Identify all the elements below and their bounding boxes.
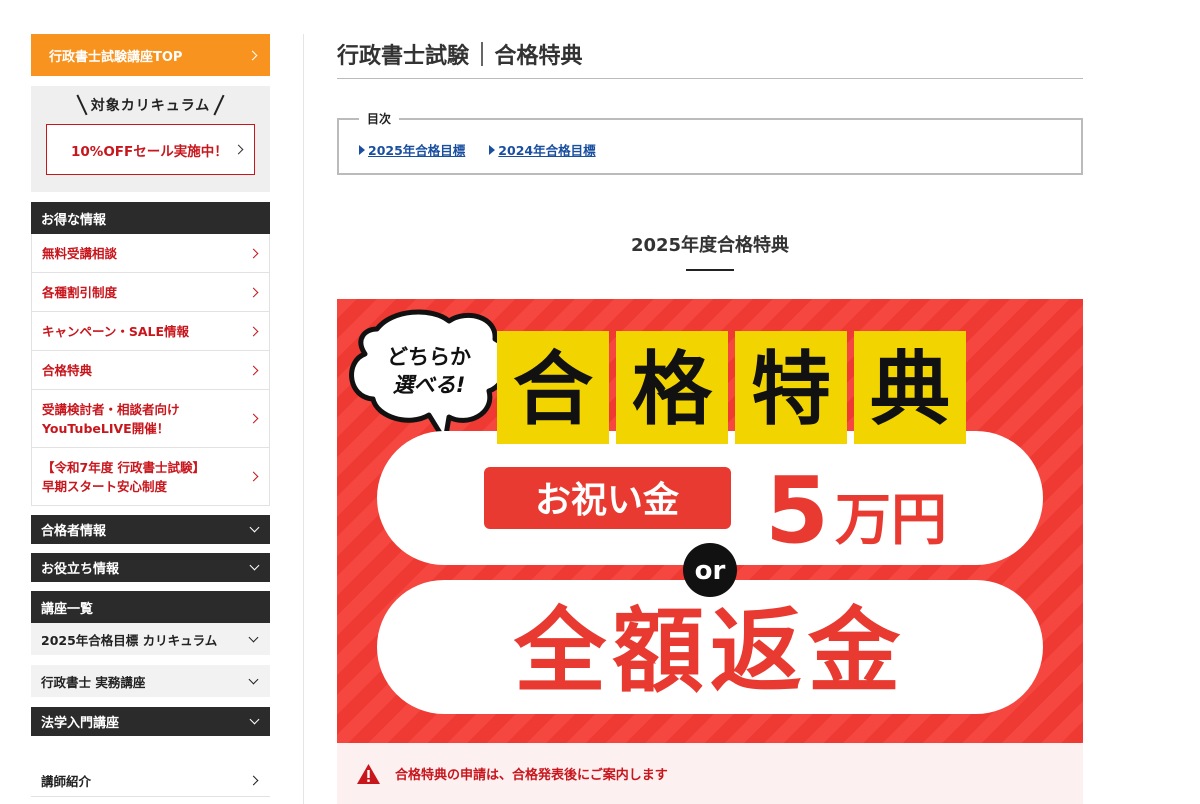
curriculum-title: 対象カリキュラム (46, 94, 255, 116)
sidebar-item-free-consult[interactable]: 無料受講相談 (32, 234, 269, 273)
deals-list: 無料受講相談 各種割引制度 キャンペーン・SALE情報 合格特典 受講検討者・相… (31, 234, 270, 506)
sidebar-divider (303, 34, 304, 804)
title-divider (481, 42, 483, 66)
title-char-4: 典 (870, 343, 950, 436)
courses-heading-text: 講座一覧 (41, 601, 94, 617)
toc-link-2025[interactable]: 2025年合格目標 (359, 140, 465, 159)
sale-label: 10%OFFセール実施中！ (71, 143, 228, 160)
warning-icon (357, 763, 380, 784)
sidebar-item-label: 各種割引制度 (42, 284, 118, 300)
sidebar-item-pass-bonus[interactable]: 合格特典 (32, 351, 269, 390)
chevron-right-icon (248, 775, 259, 786)
title-char-1: 合 (513, 343, 593, 436)
chevron-down-icon (249, 560, 260, 571)
sale-button[interactable]: 10%OFFセール実施中！ (46, 124, 255, 175)
course-item-label: 2025年合格目標 カリキュラム (41, 632, 218, 648)
deals-heading-text: お得な情報 (41, 212, 107, 228)
chevron-right-icon (248, 413, 259, 424)
gift-label: お祝い金 (535, 479, 680, 521)
sidebar-item-instructors[interactable]: 講師紹介 (31, 765, 270, 797)
title-boxes: 合 格 特 典 (497, 331, 966, 444)
sidebar-item-early-start[interactable]: 【令和7年度 行政書士試験】 早期スタート安心制度 (32, 448, 269, 506)
toc-link-2024[interactable]: 2024年合格目標 (489, 140, 596, 159)
chevron-right-icon (248, 326, 259, 336)
sidebar-item-campaign[interactable]: キャンペーン・SALE情報 (32, 312, 269, 351)
sidebar-item-discounts[interactable]: 各種割引制度 (32, 273, 269, 312)
amount-unit: 万円 (835, 488, 947, 553)
chevron-right-icon (248, 471, 259, 482)
slash-right-icon (213, 94, 225, 116)
notice-text: 合格特典の申請は、合格発表後にご案内します (395, 768, 668, 783)
sidebar-item-youtube-live[interactable]: 受講検討者・相談者向け YouTubeLIVE開催！ (32, 390, 269, 448)
toc-link-label: 2025年合格目標 (368, 143, 466, 158)
chevron-right-icon (247, 50, 258, 60)
title-char-2: 格 (632, 343, 713, 436)
main-content: 行政書士試験 合格特典 目次 2025年合格目標 2024年合格目標 2025年… (337, 34, 1083, 804)
triangle-right-icon (359, 144, 365, 155)
course-item-practical[interactable]: 行政書士 実務講座 (31, 665, 270, 697)
banner-graphic: どちらか 選べる! 合 格 特 典 お祝い金 5 万円 or 全額返金 (349, 309, 1043, 714)
sidebar-item-label: 講師紹介 (41, 774, 92, 789)
or-text: or (695, 556, 726, 586)
title-char-3: 特 (751, 343, 831, 436)
page-title-right: 合格特典 (494, 44, 583, 69)
sidebar-item-label: 受講検討者・相談者向け YouTubeLIVE開催！ (42, 401, 180, 436)
sidebar-item-label: キャンペーン・SALE情報 (42, 323, 190, 339)
chevron-down-icon (249, 522, 260, 533)
toc-label: 目次 (359, 110, 400, 127)
refund-text: 全額返金 (513, 598, 906, 705)
page-title-left: 行政書士試験 (337, 44, 470, 69)
toc-link-label: 2024年合格目標 (498, 143, 596, 158)
page-title: 行政書士試験 合格特典 (337, 34, 1083, 79)
slash-left-icon (76, 94, 88, 116)
course-item-2025-curriculum[interactable]: 2025年合格目標 カリキュラム (31, 623, 270, 655)
law-intro-heading-text: 法学入門講座 (41, 716, 120, 731)
chevron-down-icon (248, 674, 259, 684)
curriculum-box: 対象カリキュラム 10%OFFセール実施中！ (31, 86, 270, 192)
speech-bubble: どちらか 選べる! (349, 309, 510, 444)
course-top-label: 行政書士試験講座TOP (49, 49, 183, 65)
chevron-down-icon (248, 632, 259, 642)
courses-heading: 講座一覧 (31, 591, 270, 623)
notice-bar: 合格特典の申請は、合格発表後にご案内します (337, 743, 1083, 804)
sidebar-item-label: 【令和7年度 行政書士試験】 早期スタート安心制度 (42, 459, 206, 494)
useful-heading-text: お役立ち情報 (41, 562, 120, 577)
triangle-right-icon (489, 144, 496, 155)
table-of-contents: 目次 2025年合格目標 2024年合格目標 (337, 110, 1083, 175)
pass-bonus-banner: どちらか 選べる! 合 格 特 典 お祝い金 5 万円 or 全額返金 (337, 299, 1083, 743)
curriculum-title-text: 対象カリキュラム (90, 98, 211, 114)
deals-heading: お得な情報 (31, 202, 270, 234)
law-intro-heading[interactable]: 法学入門講座 (31, 707, 270, 736)
section-underline (686, 269, 734, 271)
sidebar-item-label: 合格特典 (42, 362, 93, 378)
useful-heading[interactable]: お役立ち情報 (31, 553, 270, 582)
passers-heading[interactable]: 合格者情報 (31, 515, 270, 544)
amount-number: 5 (765, 457, 829, 564)
bubble-line2: 選べる! (393, 373, 466, 397)
chevron-right-icon (248, 287, 259, 297)
course-item-label: 行政書士 実務講座 (41, 674, 146, 690)
passers-heading-text: 合格者情報 (41, 524, 107, 539)
chevron-down-icon (249, 714, 260, 725)
chevron-right-icon (233, 144, 244, 155)
chevron-right-icon (248, 248, 259, 258)
section-title: 2025年度合格特典 (630, 235, 790, 256)
sidebar-item-label: 無料受講相談 (42, 245, 118, 261)
bubble-line1: どちらか (387, 345, 471, 369)
chevron-right-icon (248, 365, 259, 375)
sidebar: 行政書士試験講座TOP 対象カリキュラム 10%OFFセール実施中！ お得な情報… (31, 34, 270, 797)
course-top-button[interactable]: 行政書士試験講座TOP (31, 34, 270, 76)
